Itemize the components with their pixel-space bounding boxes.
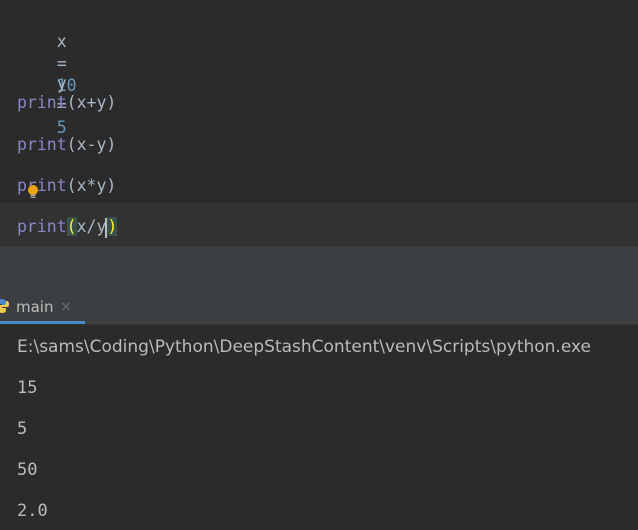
console-command-line: E:\sams\Coding\Python\DeepStashContent\v… bbox=[17, 337, 591, 357]
run-tab-main[interactable]: main × bbox=[0, 290, 85, 324]
intention-bulb-icon[interactable] bbox=[27, 184, 39, 200]
console-output-line: 15 bbox=[17, 378, 38, 398]
console-output-line: 2.0 bbox=[17, 501, 48, 521]
function-args: x/y bbox=[76, 217, 107, 236]
active-tab-indicator bbox=[0, 321, 85, 324]
builtin-function: print bbox=[17, 176, 67, 195]
python-icon bbox=[0, 299, 9, 313]
code-line-1[interactable]: x = 10 bbox=[17, 9, 77, 95]
code-line-2[interactable]: y = 5 bbox=[17, 51, 67, 137]
panel-gap bbox=[0, 247, 638, 290]
function-args: x+y bbox=[76, 93, 107, 112]
variable-name: y bbox=[56, 74, 67, 93]
builtin-function: print bbox=[17, 217, 67, 236]
code-line-3[interactable]: print(x+y) bbox=[17, 92, 116, 114]
code-editor[interactable]: x = 10 y = 5 print(x+y) print(x-y) print… bbox=[0, 0, 638, 247]
run-tab-label: main bbox=[16, 298, 54, 316]
variable-name: x bbox=[56, 32, 67, 51]
function-args: x-y bbox=[76, 135, 107, 154]
function-args: x*y bbox=[76, 176, 107, 195]
run-tool-window-header: main × bbox=[0, 290, 638, 325]
run-console-output[interactable]: E:\sams\Coding\Python\DeepStashContent\v… bbox=[0, 325, 638, 530]
matched-open-paren: ( bbox=[66, 217, 77, 236]
matched-close-paren: ) bbox=[107, 217, 118, 236]
console-output-line: 5 bbox=[17, 419, 28, 439]
code-line-4[interactable]: print(x-y) bbox=[17, 134, 116, 156]
code-line-6[interactable]: print(x/y) bbox=[17, 216, 118, 238]
builtin-function: print bbox=[17, 93, 67, 112]
builtin-function: print bbox=[17, 135, 67, 154]
close-icon[interactable]: × bbox=[60, 298, 72, 316]
console-output-line: 50 bbox=[17, 460, 38, 480]
